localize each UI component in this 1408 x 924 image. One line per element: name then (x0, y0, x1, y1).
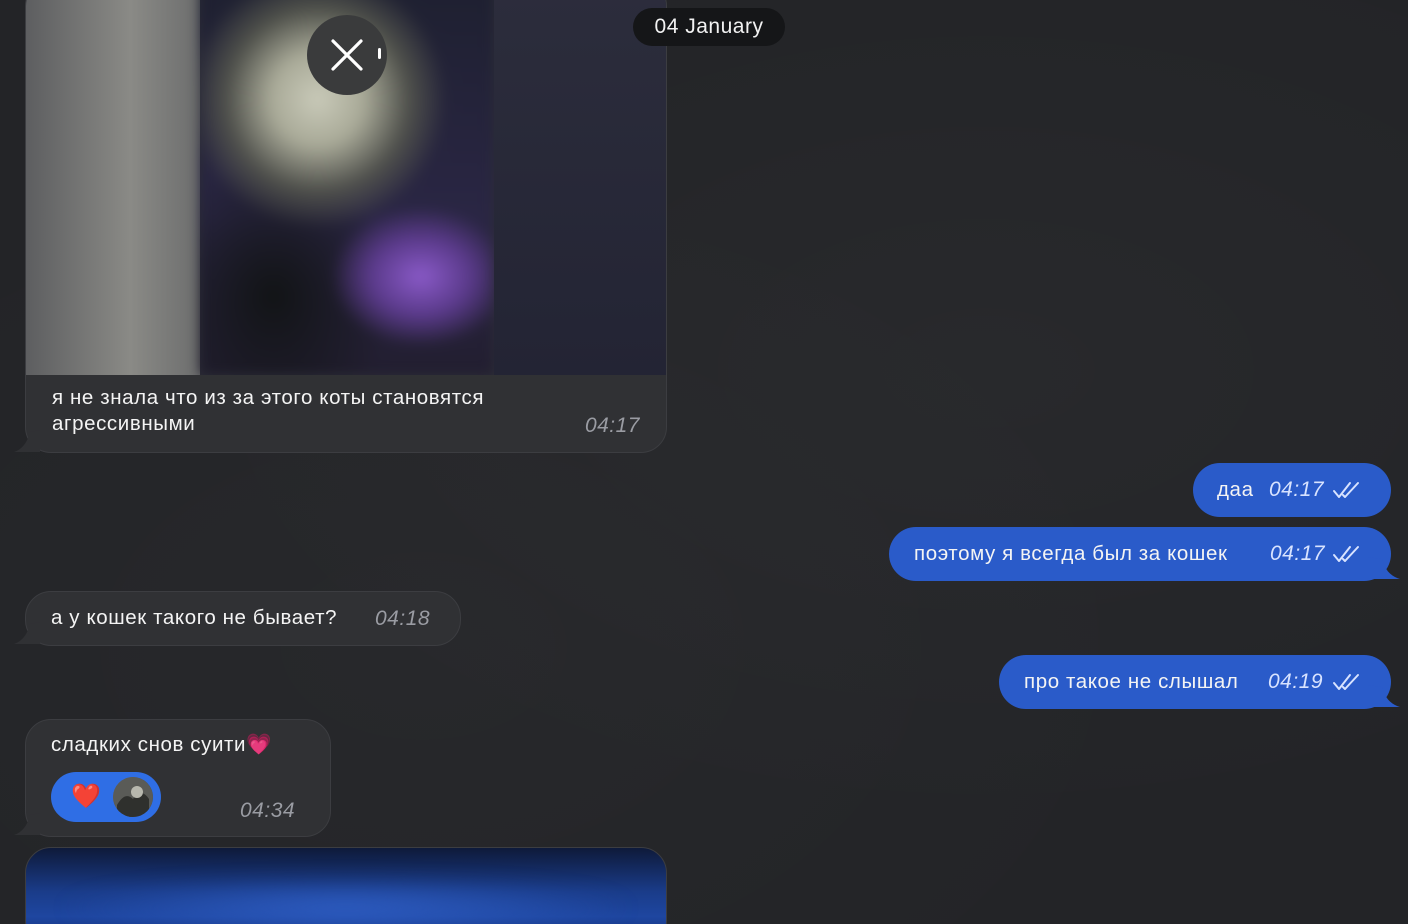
cancel-download-button[interactable] (307, 15, 387, 95)
bubble-tail (14, 622, 40, 644)
incoming-message[interactable]: а у кошек такого не бывает? 04:18 (25, 591, 461, 646)
message-time: 04:34 (240, 799, 296, 822)
bubble-tail (1368, 685, 1400, 707)
bubble-tail (1368, 557, 1400, 579)
double-check-icon (1333, 546, 1359, 562)
incoming-message[interactable]: сладких снов суити💗 ❤️ 04:34 (25, 719, 331, 837)
message-text: я не знала что из за этого коты становят… (52, 386, 485, 435)
message-time: 04:17 (584, 414, 640, 437)
bubble-tail (14, 813, 40, 835)
double-check-icon (1333, 674, 1359, 690)
bubble-tail (14, 430, 40, 452)
heart-reaction: ❤️ (71, 783, 101, 810)
outgoing-message[interactable]: даа 04:17 (1193, 463, 1391, 517)
message-time: 04:17 (1269, 478, 1325, 501)
media-blur-left (26, 0, 200, 375)
avatar (112, 777, 153, 817)
message-time: 04:18 (375, 607, 431, 630)
date-separator: 04 January (633, 8, 785, 46)
media-preview[interactable] (26, 0, 666, 375)
progress-indicator (378, 48, 381, 59)
close-icon (331, 39, 363, 71)
media-message[interactable]: я не знала что из за этого коты становят… (25, 0, 667, 453)
reaction-chip[interactable]: ❤️ (51, 772, 161, 822)
double-check-icon (1333, 482, 1359, 498)
media-blur-right (494, 0, 666, 375)
message-time: 04:17 (1270, 542, 1326, 565)
message-text: сладких снов суити💗 (51, 733, 273, 756)
message-time: 04:19 (1268, 670, 1324, 693)
message-text: а у кошек такого не бывает? (51, 606, 338, 629)
media-message[interactable] (25, 847, 667, 924)
outgoing-message[interactable]: поэтому я всегда был за кошек 04:17 (889, 527, 1391, 581)
message-text: поэтому я всегда был за кошек (914, 542, 1228, 565)
avatar-image (112, 777, 153, 817)
outgoing-message[interactable]: про такое не слышал 04:19 (999, 655, 1391, 709)
media-blur-image (56, 878, 636, 924)
message-text: даа (1217, 478, 1254, 501)
message-text: про такое не слышал (1024, 670, 1239, 693)
